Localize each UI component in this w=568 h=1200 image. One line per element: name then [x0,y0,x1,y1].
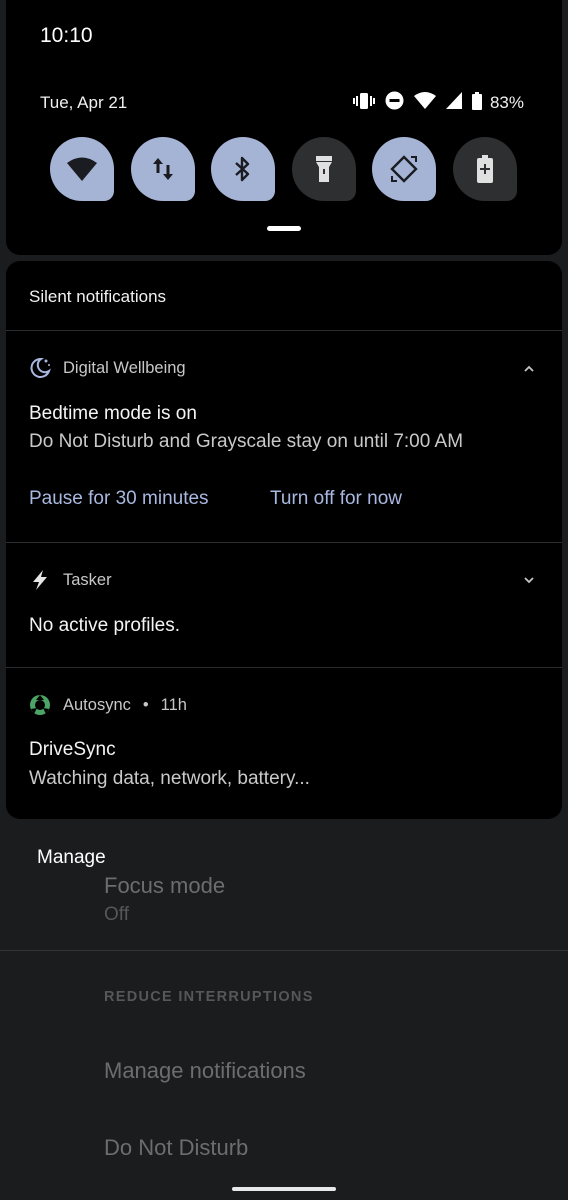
status-date[interactable]: Tue, Apr 21 [40,93,127,113]
lightning-icon [29,569,51,591]
notification-title-drivesync[interactable]: DriveSync [29,739,116,761]
battery-saver-tile[interactable] [453,137,517,201]
notification-divider [6,330,562,331]
meta-separator: • [142,695,149,714]
app-name-autosync: Autosync [63,695,131,714]
notification-divider [6,667,562,668]
notification-header-autosync[interactable]: Autosync • 11h [29,694,187,716]
do-not-disturb-item[interactable]: Do Not Disturb [104,1135,248,1161]
shade-drag-handle[interactable] [267,226,301,231]
focus-mode-value: Off [104,904,129,925]
turn-off-for-now-button[interactable]: Turn off for now [270,488,402,510]
notification-header-tasker[interactable]: Tasker [29,569,112,591]
moon-icon [29,357,51,379]
notifications-card: Silent notifications Digital Wellbeing B… [6,261,562,819]
silent-notifications-header: Silent notifications [29,287,167,306]
notification-time-autosync: 11h [160,695,187,714]
flashlight-tile[interactable] [292,137,356,201]
manage-notifications-item[interactable]: Manage notifications [104,1058,306,1084]
manage-notifications-button[interactable]: Manage [37,847,106,869]
cell-signal-icon [445,92,462,114]
chevron-up-icon[interactable] [522,362,536,376]
app-name-digital-wellbeing: Digital Wellbeing [63,358,186,377]
battery-percent: 83% [489,93,524,112]
autosync-icon [29,694,51,716]
gesture-navigation-bar[interactable] [232,1187,336,1191]
rotate-icon [389,154,419,184]
battery-icon [471,91,482,115]
do-not-disturb-icon [385,91,404,115]
status-icons: 83% [352,91,524,115]
notification-divider [6,542,562,543]
notification-header-digital-wellbeing[interactable]: Digital Wellbeing [29,357,186,379]
app-name-tasker: Tasker [63,570,112,589]
wifi-icon [67,157,97,181]
bluetooth-tile[interactable] [211,137,275,201]
wifi-icon [413,92,436,114]
notification-body-bedtime: Do Not Disturb and Grayscale stay on unt… [29,431,464,452]
pause-30-minutes-button[interactable]: Pause for 30 minutes [29,488,209,510]
wifi-tile[interactable] [50,137,114,201]
data-arrows-icon [151,156,175,182]
mobile-data-tile[interactable] [131,137,195,201]
auto-rotate-tile[interactable] [372,137,436,201]
battery-saver-icon [477,155,493,183]
section-header-reduce-interruptions: REDUCE INTERRUPTIONS [104,989,314,1005]
bluetooth-icon [233,155,253,183]
focus-mode-title[interactable]: Focus mode [104,873,225,899]
status-clock: 10:10 [40,24,93,47]
notification-title-tasker[interactable]: No active profiles. [29,615,180,637]
notification-body-drivesync: Watching data, network, battery... [29,768,310,789]
chevron-down-icon[interactable] [522,573,536,587]
vibrate-icon [352,92,375,115]
settings-divider [0,950,568,951]
notification-title-bedtime[interactable]: Bedtime mode is on [29,403,197,425]
flashlight-icon [315,155,333,183]
